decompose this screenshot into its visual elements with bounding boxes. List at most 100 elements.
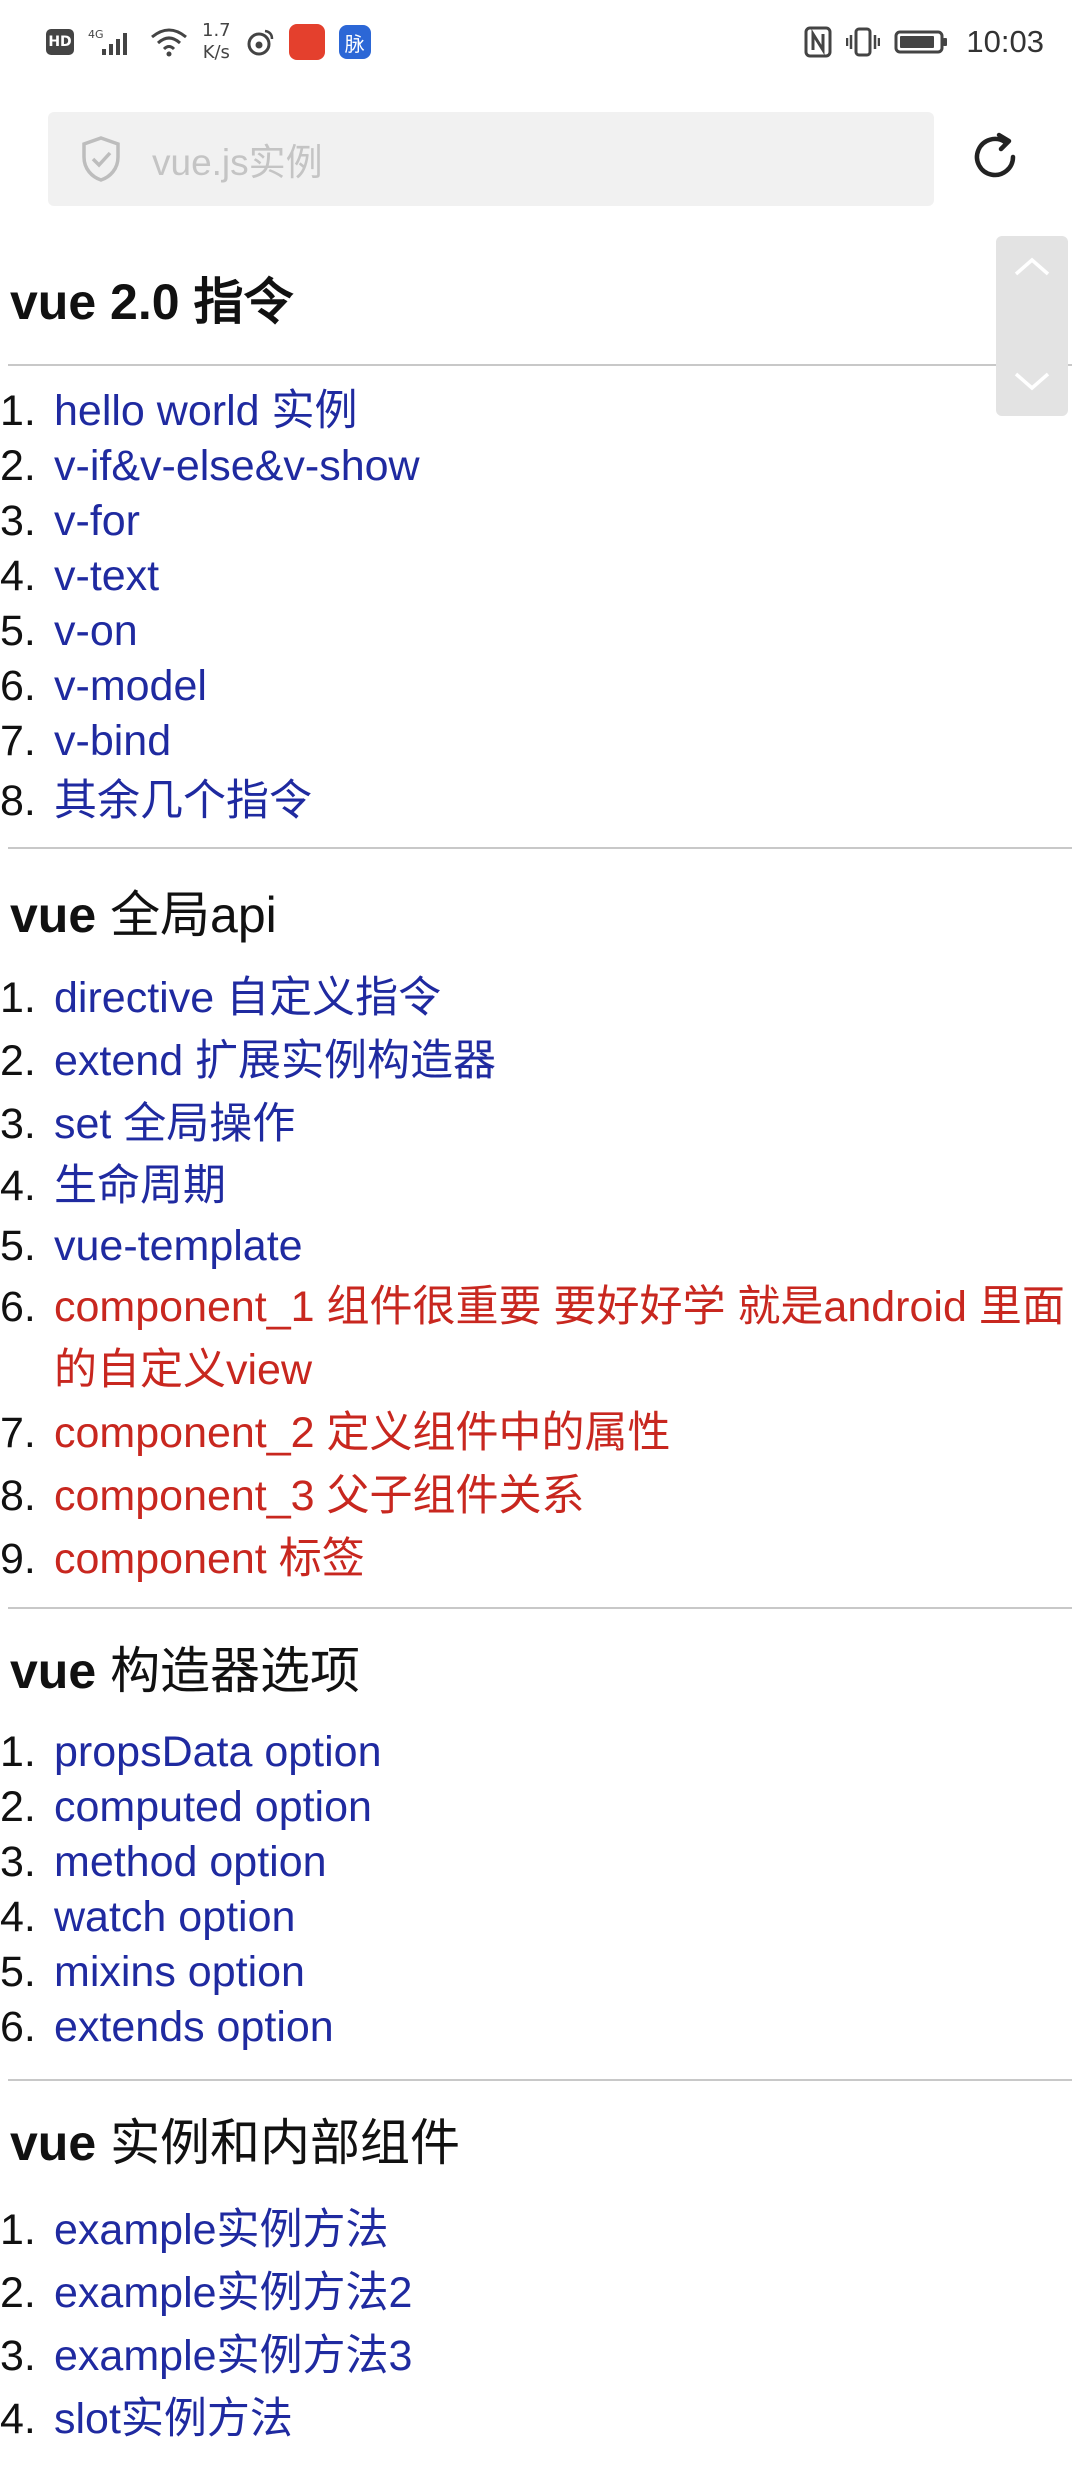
section-heading: vue 构造器选项 xyxy=(0,1631,1080,1703)
link-list: 1. directive 自定义指令 2. extend 扩展实例构造器 3. set… xyxy=(0,967,1080,1591)
list-link[interactable]: method option xyxy=(54,1838,327,1886)
list-link[interactable]: v-for xyxy=(54,497,140,545)
list-link[interactable]: set 全局操作 xyxy=(54,1100,295,1148)
list-item: 7. component_2 定义组件中的属性 xyxy=(0,1402,1080,1465)
url-field[interactable]: vue.js实例 xyxy=(48,112,934,206)
list-item: 4. slot实例方法 xyxy=(0,2388,1080,2451)
list-item: 5. mixins option xyxy=(0,1945,1080,2000)
list-link[interactable]: v-if&v-else&v-show xyxy=(54,442,420,490)
section-heading-prefix: vue xyxy=(10,1643,111,1699)
list-link[interactable]: directive 自定义指令 xyxy=(54,974,441,1022)
vibrate-icon xyxy=(846,26,881,58)
list-link[interactable]: hello world 实例 xyxy=(54,387,358,435)
list-item: 2. v-if&v-else&v-show xyxy=(0,439,1080,494)
list-link[interactable]: extends option xyxy=(54,2003,334,2051)
section-global-api: vue 全局api 1. directive 自定义指令 2. extend 扩展实… xyxy=(0,875,1080,1609)
list-link[interactable]: component_3 父子组件关系 xyxy=(54,1472,585,1520)
scroll-control xyxy=(996,236,1068,416)
list-number: 8. xyxy=(0,1472,36,1520)
list-link[interactable]: vue-template xyxy=(54,1222,303,1270)
list-item: 7. v-bind xyxy=(0,714,1080,769)
list-number: 1. xyxy=(0,2206,36,2254)
section-heading-prefix: vue 2.0 xyxy=(10,274,194,330)
list-link[interactable]: component_1 组件很重要 要好好学 就是android 里面的自定义v… xyxy=(54,1283,1065,1394)
list-number: 5. xyxy=(0,1948,36,1996)
list-number: 5. xyxy=(0,1222,36,1270)
list-item: 1. directive 自定义指令 xyxy=(0,967,1080,1030)
list-number: 6. xyxy=(0,662,36,710)
net-speed-unit: K/s xyxy=(202,42,230,63)
list-number: 4. xyxy=(0,552,36,600)
chevron-down-icon[interactable] xyxy=(1012,370,1052,398)
list-link[interactable]: v-bind xyxy=(54,717,171,765)
list-item: 2. example实例方法2 xyxy=(0,2262,1080,2325)
page-content: vue 2.0 指令 1. hello world 实例 2. v-if&v-els… xyxy=(0,234,1080,2451)
list-item: 6. component_1 组件很重要 要好好学 就是android 里面的自定… xyxy=(0,1276,1080,1402)
divider xyxy=(8,1607,1072,1609)
list-item: 5. vue-template xyxy=(0,1216,1080,1276)
list-link[interactable]: example实例方法2 xyxy=(54,2269,412,2317)
list-link[interactable]: mixins option xyxy=(54,1948,305,1996)
list-link[interactable]: component_2 定义组件中的属性 xyxy=(54,1409,671,1457)
list-number: 8. xyxy=(0,777,36,825)
section-directives: vue 2.0 指令 1. hello world 实例 2. v-if&v-els… xyxy=(0,262,1080,849)
list-link[interactable]: 生命周期 xyxy=(54,1162,226,1210)
list-link[interactable]: example实例方法3 xyxy=(54,2332,412,2380)
list-link[interactable]: component 标签 xyxy=(54,1535,365,1583)
section-constructor-options: vue 构造器选项 1. propsData option 2. computed … xyxy=(0,1631,1080,2081)
divider xyxy=(8,2079,1072,2081)
list-item: 1. propsData option xyxy=(0,1725,1080,1780)
list-item: 8. 其余几个指令 xyxy=(0,769,1080,833)
clock: 10:03 xyxy=(966,24,1044,59)
list-link[interactable]: propsData option xyxy=(54,1728,382,1776)
list-number: 3. xyxy=(0,2332,36,2380)
reload-icon xyxy=(965,127,1025,191)
url-text: vue.js实例 xyxy=(152,142,323,183)
shield-icon xyxy=(80,135,122,183)
list-number: 7. xyxy=(0,1409,36,1457)
chevron-up-icon[interactable] xyxy=(1012,254,1052,282)
list-item: 3. method option xyxy=(0,1835,1080,1890)
list-number: 4. xyxy=(0,1162,36,1210)
link-list: 1. propsData option 2. computed option 3. m… xyxy=(0,1725,1080,2055)
section-heading-title: 构造器选项 xyxy=(110,1643,361,1699)
list-link[interactable]: 其余几个指令 xyxy=(54,777,312,825)
list-item: 1. hello world 实例 xyxy=(0,384,1080,439)
list-item: 4. v-text xyxy=(0,549,1080,604)
list-link[interactable]: watch option xyxy=(54,1893,295,1941)
list-number: 3. xyxy=(0,497,36,545)
address-bar: vue.js实例 xyxy=(0,84,1080,234)
list-link[interactable]: v-model xyxy=(54,662,207,710)
status-bar-left: HD 4G 1.7 K/s 脉 xyxy=(46,20,371,64)
list-link[interactable]: slot实例方法 xyxy=(54,2395,293,2443)
link-list: 1. hello world 实例 2. v-if&v-else&v-show 3.… xyxy=(0,384,1080,833)
list-item: 3. set 全局操作 xyxy=(0,1093,1080,1156)
link-list: 1. example实例方法 2. example实例方法2 3. example实例… xyxy=(0,2199,1080,2451)
signal-4g-icon: 4G xyxy=(88,27,136,57)
list-item: 9. component 标签 xyxy=(0,1528,1080,1591)
hd-icon: HD xyxy=(46,29,74,55)
app-badge-icon xyxy=(288,24,325,60)
section-heading-prefix: vue xyxy=(10,887,111,943)
status-bar: HD 4G 1.7 K/s 脉 10:03 xyxy=(0,0,1080,84)
network-type-label: 4G xyxy=(88,28,104,41)
reload-button[interactable] xyxy=(962,126,1028,192)
section-instance-components: vue 实例和内部组件 1. example实例方法 2. example实例方法2… xyxy=(0,2103,1080,2451)
list-link[interactable]: extend 扩展实例构造器 xyxy=(54,1037,496,1085)
list-number: 5. xyxy=(0,607,36,655)
list-link[interactable]: v-on xyxy=(54,607,138,655)
list-link[interactable]: v-text xyxy=(54,552,159,600)
section-heading: vue 实例和内部组件 xyxy=(0,2103,1080,2175)
battery-icon xyxy=(894,29,948,55)
list-link[interactable]: computed option xyxy=(54,1783,372,1831)
list-item: 1. example实例方法 xyxy=(0,2199,1080,2262)
net-speed-value: 1.7 xyxy=(202,20,231,41)
section-heading-title: 实例和内部组件 xyxy=(110,2115,461,2171)
list-item: 2. extend 扩展实例构造器 xyxy=(0,1030,1080,1093)
net-speed: 1.7 K/s xyxy=(202,20,231,64)
divider xyxy=(8,847,1072,849)
list-item: 6. extends option xyxy=(0,2000,1080,2055)
list-link[interactable]: example实例方法 xyxy=(54,2206,389,2254)
list-number: 2. xyxy=(0,1037,36,1085)
list-number: 4. xyxy=(0,2395,36,2443)
